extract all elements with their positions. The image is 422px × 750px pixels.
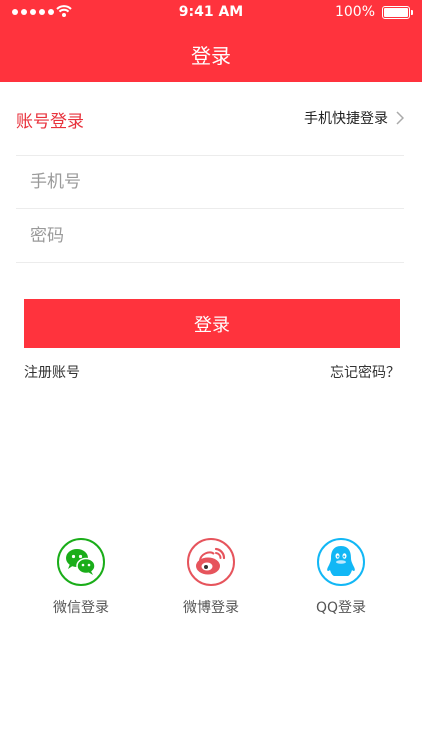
divider: [16, 262, 404, 263]
login-mode-tabs: 账号登录 手机快捷登录: [16, 97, 406, 137]
chevron-right-icon: [396, 111, 404, 125]
login-button[interactable]: 登录: [24, 299, 400, 348]
phone-input[interactable]: [16, 157, 404, 207]
divider: [16, 155, 404, 156]
tab-account-login[interactable]: 账号登录: [16, 107, 84, 132]
tab-phone-quick-login[interactable]: 手机快捷登录: [304, 108, 404, 128]
battery-icon: [382, 6, 413, 19]
weibo-login-label: 微博登录: [183, 600, 239, 616]
wechat-icon: [57, 538, 105, 586]
page-title: 登录: [191, 44, 231, 68]
qq-icon: [317, 538, 365, 586]
weibo-icon: [187, 538, 235, 586]
register-link[interactable]: 注册账号: [24, 362, 80, 382]
wechat-login-label: 微信登录: [53, 600, 109, 616]
weibo-login-button[interactable]: 微博登录: [161, 537, 261, 617]
status-bar: 9:41 AM 100%: [0, 0, 422, 26]
divider: [16, 208, 404, 209]
battery-percentage: 100%: [334, 4, 375, 20]
app-header: 9:41 AM 100% 登录: [0, 0, 422, 82]
wechat-login-button[interactable]: 微信登录: [31, 537, 131, 617]
qq-login-button[interactable]: QQ登录: [291, 537, 391, 617]
password-input[interactable]: [16, 211, 404, 261]
forgot-password-link[interactable]: 忘记密码？: [330, 362, 400, 382]
tab-phone-quick-login-label: 手机快捷登录: [304, 111, 388, 127]
qq-login-label: QQ登录: [315, 600, 367, 616]
